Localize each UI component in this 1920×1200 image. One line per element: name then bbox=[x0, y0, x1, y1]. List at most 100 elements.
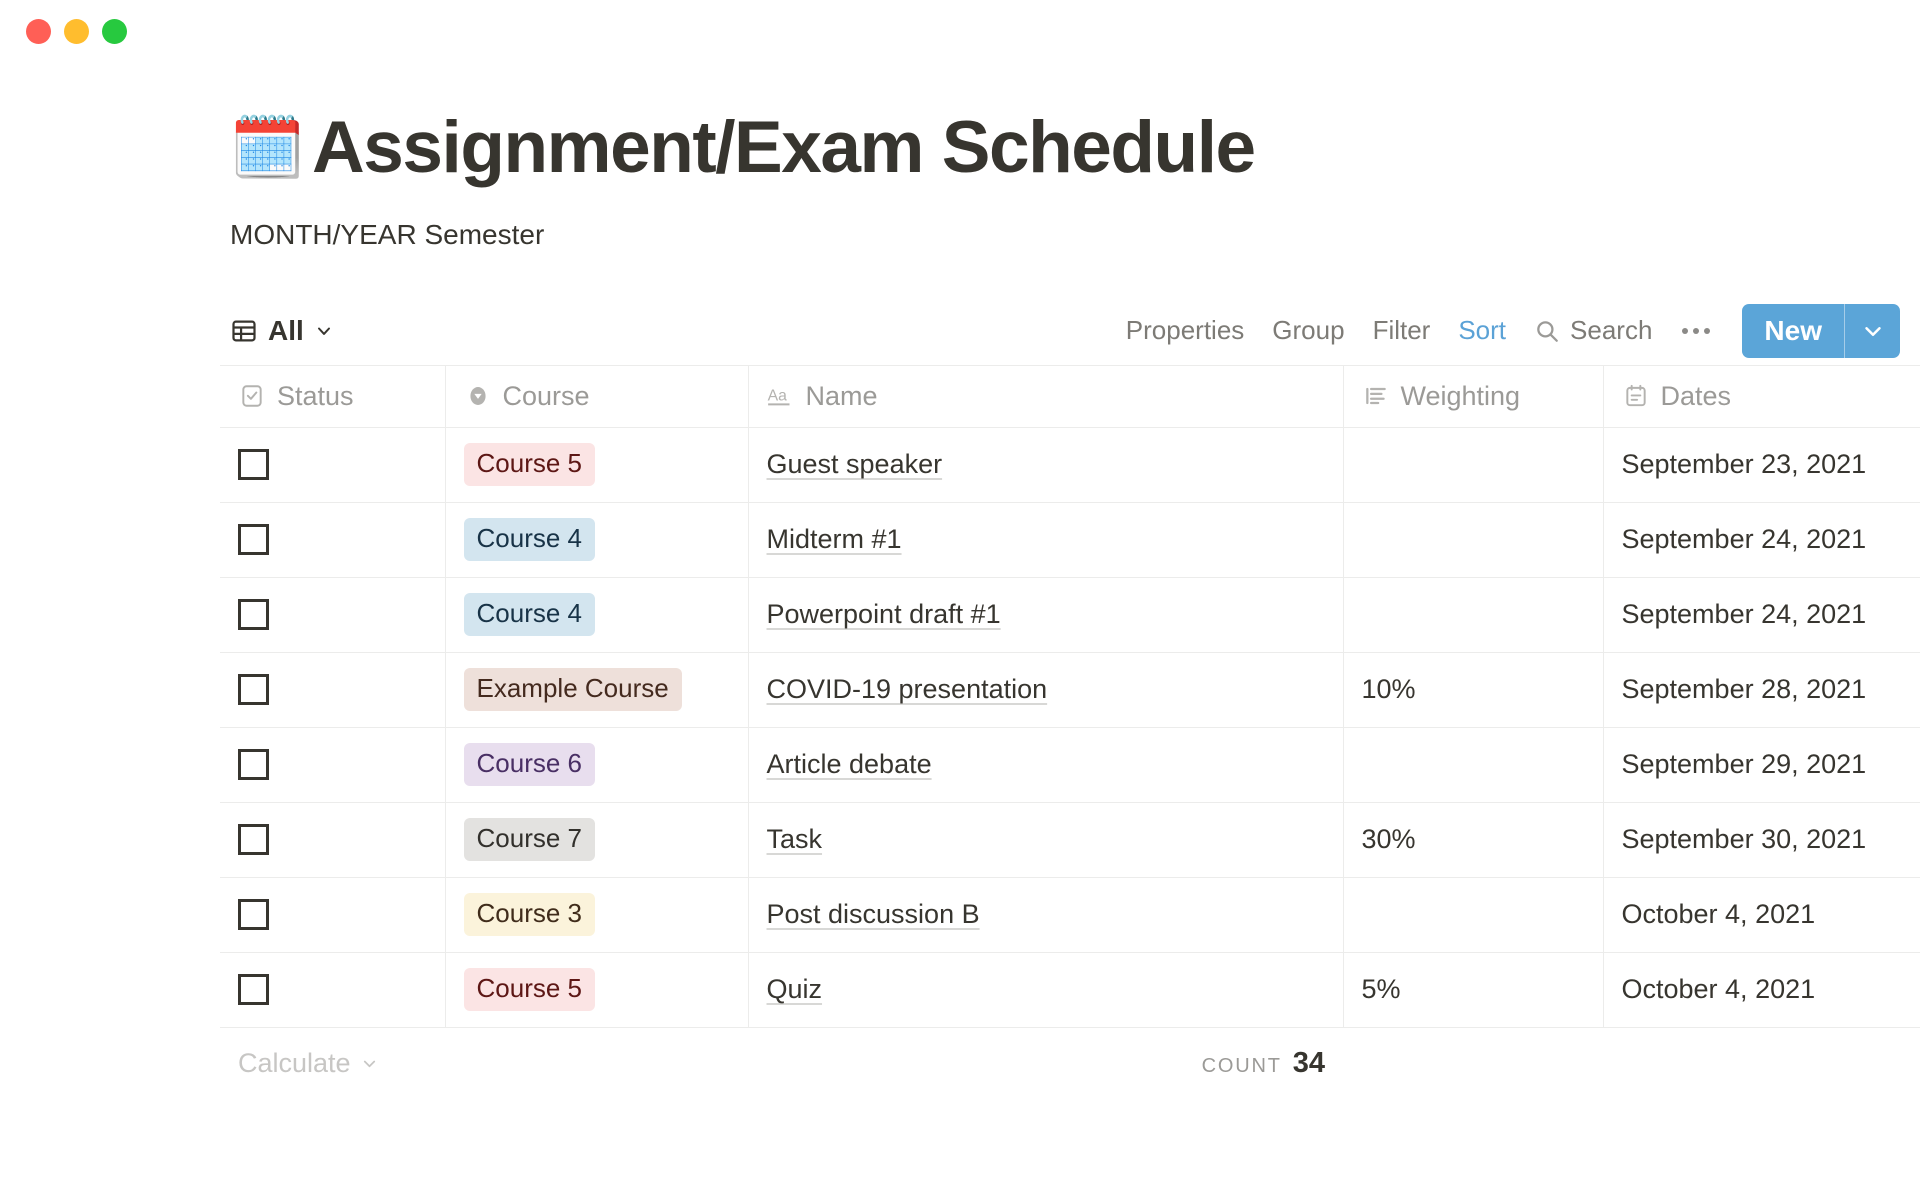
table-row[interactable]: Course 4 Midterm #1 September 24, 2021 bbox=[220, 502, 1920, 578]
table-row[interactable]: Course 6 Article debate September 29, 2021 bbox=[220, 727, 1920, 803]
status-checkbox[interactable] bbox=[238, 524, 269, 556]
status-checkbox[interactable] bbox=[238, 824, 269, 856]
chevron-down-icon bbox=[360, 1054, 379, 1073]
cell-course[interactable]: Course 3 bbox=[445, 877, 749, 953]
cell-weighting[interactable]: 30% bbox=[1343, 802, 1604, 878]
row-name-link[interactable]: Midterm #1 bbox=[767, 524, 902, 555]
window-minimize-button[interactable] bbox=[64, 18, 89, 44]
column-header-label: Dates bbox=[1660, 380, 1732, 411]
column-header-status[interactable]: Status bbox=[220, 364, 446, 428]
column-header-weighting[interactable]: Weighting bbox=[1343, 364, 1604, 428]
search-button[interactable]: Search bbox=[1520, 309, 1666, 352]
row-name-link[interactable]: Post discussion B bbox=[767, 899, 980, 930]
count-value: 34 bbox=[1292, 1047, 1325, 1080]
course-tag: Course 6 bbox=[463, 743, 595, 787]
page-content: 🗓️ Assignment/Exam Schedule MONTH/YEAR S… bbox=[0, 62, 1920, 1100]
cell-weighting[interactable] bbox=[1343, 427, 1604, 503]
ellipsis-icon-dot bbox=[1704, 327, 1711, 334]
table-row[interactable]: Course 5 Guest speaker September 23, 2021 bbox=[220, 427, 1920, 503]
course-tag: Course 5 bbox=[463, 443, 595, 487]
filter-button[interactable]: Filter bbox=[1359, 309, 1445, 352]
cell-dates[interactable]: September 24, 2021 bbox=[1603, 577, 1920, 653]
table-row[interactable]: Course 5 Quiz 5% October 4, 2021 bbox=[220, 952, 1920, 1028]
cell-name: Article debate bbox=[748, 727, 1344, 803]
row-name-link[interactable]: Article debate bbox=[767, 749, 932, 780]
date-value: September 30, 2021 bbox=[1621, 824, 1867, 855]
cell-dates[interactable]: October 4, 2021 bbox=[1603, 952, 1920, 1028]
cell-dates[interactable]: October 4, 2021 bbox=[1603, 877, 1920, 953]
properties-button[interactable]: Properties bbox=[1112, 309, 1259, 352]
view-tab-label: All bbox=[268, 314, 304, 346]
row-name-link[interactable]: Quiz bbox=[767, 974, 823, 1005]
table-footer: Calculate Count 34 bbox=[0, 1028, 1920, 1100]
count-summary[interactable]: Count 34 bbox=[748, 1047, 1343, 1080]
sort-button[interactable]: Sort bbox=[1444, 309, 1520, 352]
window-close-button[interactable] bbox=[26, 18, 51, 44]
cell-weighting[interactable]: 5% bbox=[1343, 952, 1604, 1028]
table-row[interactable]: Course 3 Post discussion B October 4, 2021 bbox=[220, 877, 1920, 953]
cell-course[interactable]: Example Course bbox=[445, 652, 749, 728]
group-button[interactable]: Group bbox=[1258, 309, 1358, 352]
table-row[interactable]: Example Course COVID-19 presentation 10% Se… bbox=[220, 652, 1920, 728]
column-header-label: Name bbox=[805, 380, 878, 411]
cell-weighting[interactable] bbox=[1343, 502, 1604, 578]
ellipsis-icon-dot bbox=[1693, 327, 1700, 334]
status-checkbox[interactable] bbox=[238, 674, 269, 706]
course-tag: Course 7 bbox=[463, 818, 595, 862]
new-button-group: New bbox=[1742, 303, 1900, 358]
course-tag: Course 4 bbox=[463, 518, 595, 562]
table-row[interactable]: Course 4 Powerpoint draft #1 September 24,… bbox=[220, 577, 1920, 653]
svg-text:Aa: Aa bbox=[768, 387, 788, 404]
cell-course[interactable]: Course 4 bbox=[445, 502, 749, 578]
status-checkbox[interactable] bbox=[238, 899, 269, 931]
cell-course[interactable]: Course 5 bbox=[445, 952, 749, 1028]
course-tag: Course 3 bbox=[463, 893, 595, 937]
more-options-button[interactable] bbox=[1666, 322, 1726, 340]
calculate-button[interactable]: Calculate bbox=[220, 1048, 445, 1079]
status-checkbox[interactable] bbox=[238, 449, 269, 481]
database-toolbar: All Properties Group Filter Sort Search … bbox=[0, 303, 1920, 359]
column-header-label: Course bbox=[502, 380, 590, 411]
cell-weighting[interactable] bbox=[1343, 727, 1604, 803]
date-value: September 24, 2021 bbox=[1621, 599, 1867, 630]
view-tab-all[interactable]: All bbox=[230, 315, 334, 347]
cell-dates[interactable]: September 30, 2021 bbox=[1603, 802, 1920, 878]
cell-course[interactable]: Course 6 bbox=[445, 727, 749, 803]
cell-dates[interactable]: September 29, 2021 bbox=[1603, 727, 1920, 803]
column-header-name[interactable]: Aa Name bbox=[748, 364, 1344, 428]
new-dropdown-button[interactable] bbox=[1844, 303, 1900, 358]
new-button[interactable]: New bbox=[1742, 304, 1844, 358]
cell-dates[interactable]: September 24, 2021 bbox=[1603, 502, 1920, 578]
window-maximize-button[interactable] bbox=[102, 18, 127, 44]
cell-course[interactable]: Course 4 bbox=[445, 577, 749, 653]
row-name-link[interactable]: COVID-19 presentation bbox=[767, 674, 1048, 705]
row-name-link[interactable]: Task bbox=[767, 824, 823, 855]
cell-dates[interactable]: September 23, 2021 bbox=[1603, 427, 1920, 503]
calculate-label: Calculate bbox=[238, 1048, 351, 1079]
status-checkbox[interactable] bbox=[238, 599, 269, 631]
column-header-course[interactable]: Course bbox=[445, 364, 749, 428]
database-table: Status Course Aa Name Weighting Dates Co… bbox=[220, 364, 1920, 1028]
cell-weighting[interactable] bbox=[1343, 577, 1604, 653]
cell-weighting[interactable] bbox=[1343, 877, 1604, 953]
cell-status bbox=[220, 427, 446, 503]
course-tag: Example Course bbox=[463, 668, 682, 712]
column-header-dates[interactable]: Dates bbox=[1603, 364, 1920, 428]
select-icon bbox=[464, 382, 492, 410]
cell-name: Midterm #1 bbox=[748, 502, 1344, 578]
table-row[interactable]: Course 7 Task 30% September 30, 2021 bbox=[220, 802, 1920, 878]
status-checkbox[interactable] bbox=[238, 974, 269, 1006]
column-header-label: Status bbox=[277, 380, 354, 411]
cell-course[interactable]: Course 5 bbox=[445, 427, 749, 503]
status-checkbox[interactable] bbox=[238, 749, 269, 781]
cell-name: Task bbox=[748, 802, 1344, 878]
search-icon bbox=[1534, 318, 1560, 344]
cell-status bbox=[220, 952, 446, 1028]
cell-dates[interactable]: September 28, 2021 bbox=[1603, 652, 1920, 728]
cell-course[interactable]: Course 7 bbox=[445, 802, 749, 878]
page-title: 🗓️ Assignment/Exam Schedule bbox=[230, 109, 1920, 187]
row-name-link[interactable]: Powerpoint draft #1 bbox=[767, 599, 1001, 630]
row-name-link[interactable]: Guest speaker bbox=[767, 449, 943, 480]
cell-weighting[interactable]: 10% bbox=[1343, 652, 1604, 728]
calendar-icon bbox=[1622, 382, 1650, 410]
